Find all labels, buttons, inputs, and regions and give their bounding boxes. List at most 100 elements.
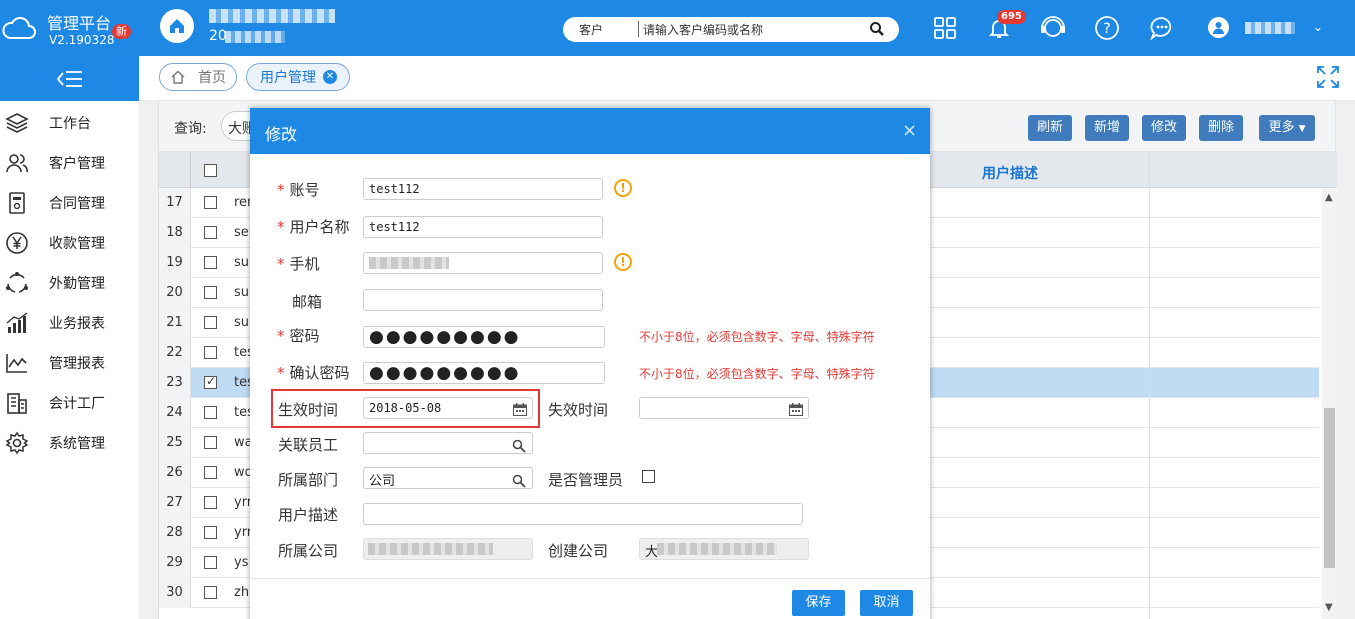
username-label: * 用户名称 <box>277 218 350 236</box>
support-button[interactable] <box>1039 14 1067 42</box>
query-label: 查询: <box>174 121 207 137</box>
row-number: 28 <box>159 518 191 548</box>
select-all-checkbox[interactable] <box>204 164 217 177</box>
calendar-icon[interactable] <box>513 403 527 416</box>
save-button[interactable]: 保存 <box>792 590 845 616</box>
top-bar: 管理平台 V2.190328 新 20 客户 695 <box>0 0 1355 56</box>
cancel-button[interactable]: 取消 <box>860 590 913 616</box>
user-name-redacted[interactable] <box>1245 22 1295 34</box>
row-checkbox[interactable] <box>204 586 217 599</box>
sidebar-item-label: 客户管理 <box>49 156 105 172</box>
is-admin-checkbox[interactable] <box>642 470 655 483</box>
contract-icon <box>9 192 25 214</box>
row-checkbox[interactable] <box>204 556 217 569</box>
sidebar-item-business-reports[interactable]: 业务报表 <box>0 303 139 343</box>
close-icon[interactable]: × <box>902 122 917 140</box>
app-version: V2.190328 <box>49 33 115 47</box>
row-checkbox[interactable] <box>204 406 217 419</box>
row-checkbox[interactable] <box>204 466 217 479</box>
delete-button[interactable]: 删除 <box>1199 115 1243 141</box>
help-button[interactable]: ? <box>1093 14 1121 42</box>
row-checkbox[interactable] <box>204 226 217 239</box>
effective-time-field[interactable]: 2018-05-08 <box>363 397 533 419</box>
search-icon[interactable] <box>869 21 885 37</box>
scroll-up-icon[interactable]: ▲ <box>1325 192 1333 203</box>
sidebar-item-field[interactable]: 外勤管理 <box>0 263 139 303</box>
row-checkbox[interactable] <box>204 526 217 539</box>
search-input[interactable] <box>643 20 853 39</box>
sidebar-item-system[interactable]: 系统管理 <box>0 423 139 463</box>
email-field[interactable] <box>363 289 603 311</box>
avatar[interactable] <box>1208 17 1229 38</box>
company-redacted <box>368 543 493 555</box>
password-hint: 不小于8位，必须包含数字、字母、特殊字符 <box>639 330 875 344</box>
employee-field[interactable] <box>363 432 533 454</box>
tab-user-management[interactable]: 用户管理 ✕ <box>246 63 350 91</box>
tab-close-icon[interactable]: ✕ <box>323 70 337 84</box>
row-checkbox[interactable] <box>204 496 217 509</box>
field-icon <box>6 272 28 293</box>
tab-home[interactable]: 首页 <box>159 63 237 91</box>
sidebar-item-workbench[interactable]: 工作台 <box>0 103 139 143</box>
tab-label: 用户管理 <box>260 70 316 86</box>
scroll-thumb[interactable] <box>1324 408 1335 568</box>
description-label: 用户描述 <box>278 506 339 524</box>
row-checkbox[interactable] <box>204 256 217 269</box>
row-checkbox[interactable] <box>204 374 217 389</box>
password-field[interactable]: ●●●●●●●●● <box>363 326 605 348</box>
sidebar-item-label: 外勤管理 <box>49 276 105 292</box>
chat-icon <box>1149 17 1172 41</box>
user-menu-caret[interactable]: ⌄ <box>1313 20 1323 34</box>
department-field[interactable]: 公司 <box>363 467 533 489</box>
search-icon[interactable] <box>512 474 526 488</box>
notification-count-badge: 695 <box>997 10 1026 24</box>
sidebar-item-label: 收款管理 <box>49 236 105 252</box>
column-header-description: 用户描述 <box>982 166 1038 182</box>
row-checkbox[interactable] <box>204 346 217 359</box>
confirm-password-field[interactable]: ●●●●●●●●● <box>363 362 605 384</box>
row-checkbox[interactable] <box>204 316 217 329</box>
search-type-select[interactable]: 客户 <box>579 21 603 38</box>
expire-time-field[interactable] <box>639 397 809 419</box>
apps-grid-button[interactable] <box>931 14 959 42</box>
warning-icon: ! <box>614 179 632 197</box>
headset-icon <box>1041 16 1065 37</box>
row-number: 23 <box>159 368 191 398</box>
more-button[interactable]: 更多 ▼ <box>1259 115 1315 141</box>
tab-label: 首页 <box>198 70 226 86</box>
add-button[interactable]: 新增 <box>1085 115 1129 141</box>
sidebar-item-payments[interactable]: 收款管理 <box>0 223 139 263</box>
edit-button[interactable]: 修改 <box>1142 115 1186 141</box>
search-icon[interactable] <box>512 439 526 453</box>
employee-label: 关联员工 <box>278 436 339 454</box>
row-checkbox[interactable] <box>204 436 217 449</box>
sidebar-item-accounting-factory[interactable]: 会计工厂 <box>0 383 139 423</box>
confirm-password-label: * 确认密码 <box>277 364 350 382</box>
phone-field[interactable] <box>363 252 603 274</box>
row-checkbox[interactable] <box>204 196 217 209</box>
sidebar-item-management-reports[interactable]: 管理报表 <box>0 343 139 383</box>
sidebar: 工作台 客户管理 合同管理 收款管理 外勤管理 业务报表 管理报表 会计工厂 系… <box>0 56 139 619</box>
refresh-button[interactable]: 刷新 <box>1028 115 1072 141</box>
calendar-icon[interactable] <box>789 403 803 416</box>
fullscreen-icon[interactable] <box>1315 64 1341 90</box>
table-scrollbar[interactable]: ▲ ▼ <box>1322 188 1337 619</box>
bar-chart-icon <box>6 312 28 333</box>
sidebar-item-label: 业务报表 <box>49 316 105 332</box>
yuan-icon <box>6 232 28 254</box>
description-field[interactable] <box>363 503 803 525</box>
messages-button[interactable] <box>1148 14 1176 42</box>
row-number: 17 <box>159 188 191 218</box>
row-checkbox[interactable] <box>204 286 217 299</box>
username-field[interactable]: test112 <box>363 216 603 238</box>
sidebar-collapse-button[interactable] <box>0 56 139 101</box>
scroll-down-icon[interactable]: ▼ <box>1325 602 1333 613</box>
column-divider <box>1149 152 1150 619</box>
password-label: * 密码 <box>277 327 320 345</box>
account-field[interactable]: test112 <box>363 178 603 200</box>
help-icon: ? <box>1095 16 1119 40</box>
home-button[interactable] <box>160 9 194 43</box>
phone-label: * 手机 <box>277 255 320 273</box>
sidebar-item-contracts[interactable]: 合同管理 <box>0 183 139 223</box>
sidebar-item-customers[interactable]: 客户管理 <box>0 143 139 183</box>
